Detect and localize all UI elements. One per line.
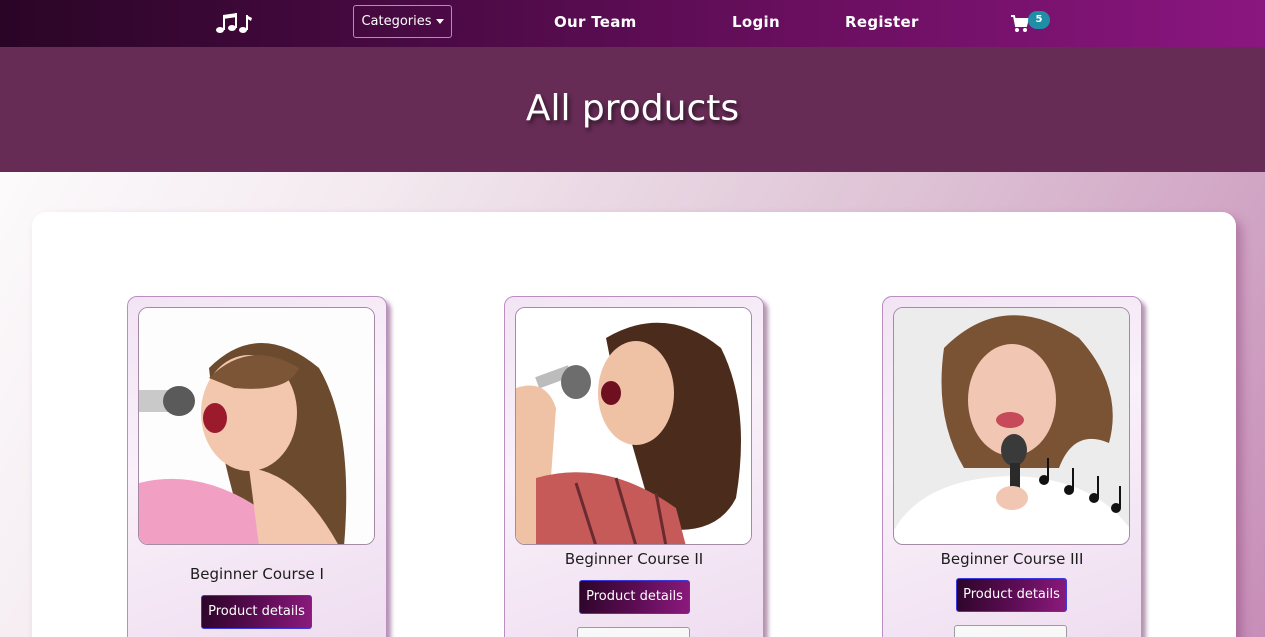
categories-label: Categories: [361, 14, 432, 29]
secondary-button[interactable]: [577, 627, 690, 637]
product-card: Beginner Course II Product details: [504, 296, 764, 637]
nav-link-login[interactable]: Login: [732, 13, 780, 31]
cart-button[interactable]: 5: [1010, 11, 1052, 37]
product-image[interactable]: [138, 307, 375, 545]
product-title: Beginner Course I: [190, 565, 324, 583]
top-navbar: Categories Our Team Login Register 5: [0, 0, 1265, 47]
chevron-down-icon: [435, 19, 444, 24]
product-card: Beginner Course III Product details: [882, 296, 1142, 637]
page-title: All products: [525, 88, 740, 129]
product-details-button[interactable]: Product details: [201, 595, 312, 629]
product-details-button[interactable]: Product details: [579, 580, 690, 614]
page-header: All products: [0, 47, 1265, 172]
singer-girl-illustration: [139, 308, 374, 544]
categories-dropdown[interactable]: Categories: [353, 5, 452, 38]
products-panel: Beginner Course I Product details Beginn…: [32, 212, 1236, 637]
shopping-cart-icon: [1011, 15, 1030, 32]
product-title: Beginner Course III: [940, 550, 1084, 568]
nav-link-register[interactable]: Register: [845, 13, 919, 31]
product-details-button[interactable]: Product details: [956, 578, 1067, 612]
singer-woman-microphone-illustration: [894, 308, 1129, 530]
singer-woman-curly-illustration: [516, 308, 751, 544]
product-title: Beginner Course II: [564, 550, 704, 568]
product-card: Beginner Course I Product details: [127, 296, 387, 637]
cart-count-badge: 5: [1028, 11, 1050, 29]
nav-link-our-team[interactable]: Our Team: [554, 13, 637, 31]
secondary-button[interactable]: [954, 625, 1067, 637]
music-notes-icon[interactable]: [213, 9, 253, 37]
product-image[interactable]: [893, 307, 1130, 545]
product-image[interactable]: [515, 307, 752, 545]
